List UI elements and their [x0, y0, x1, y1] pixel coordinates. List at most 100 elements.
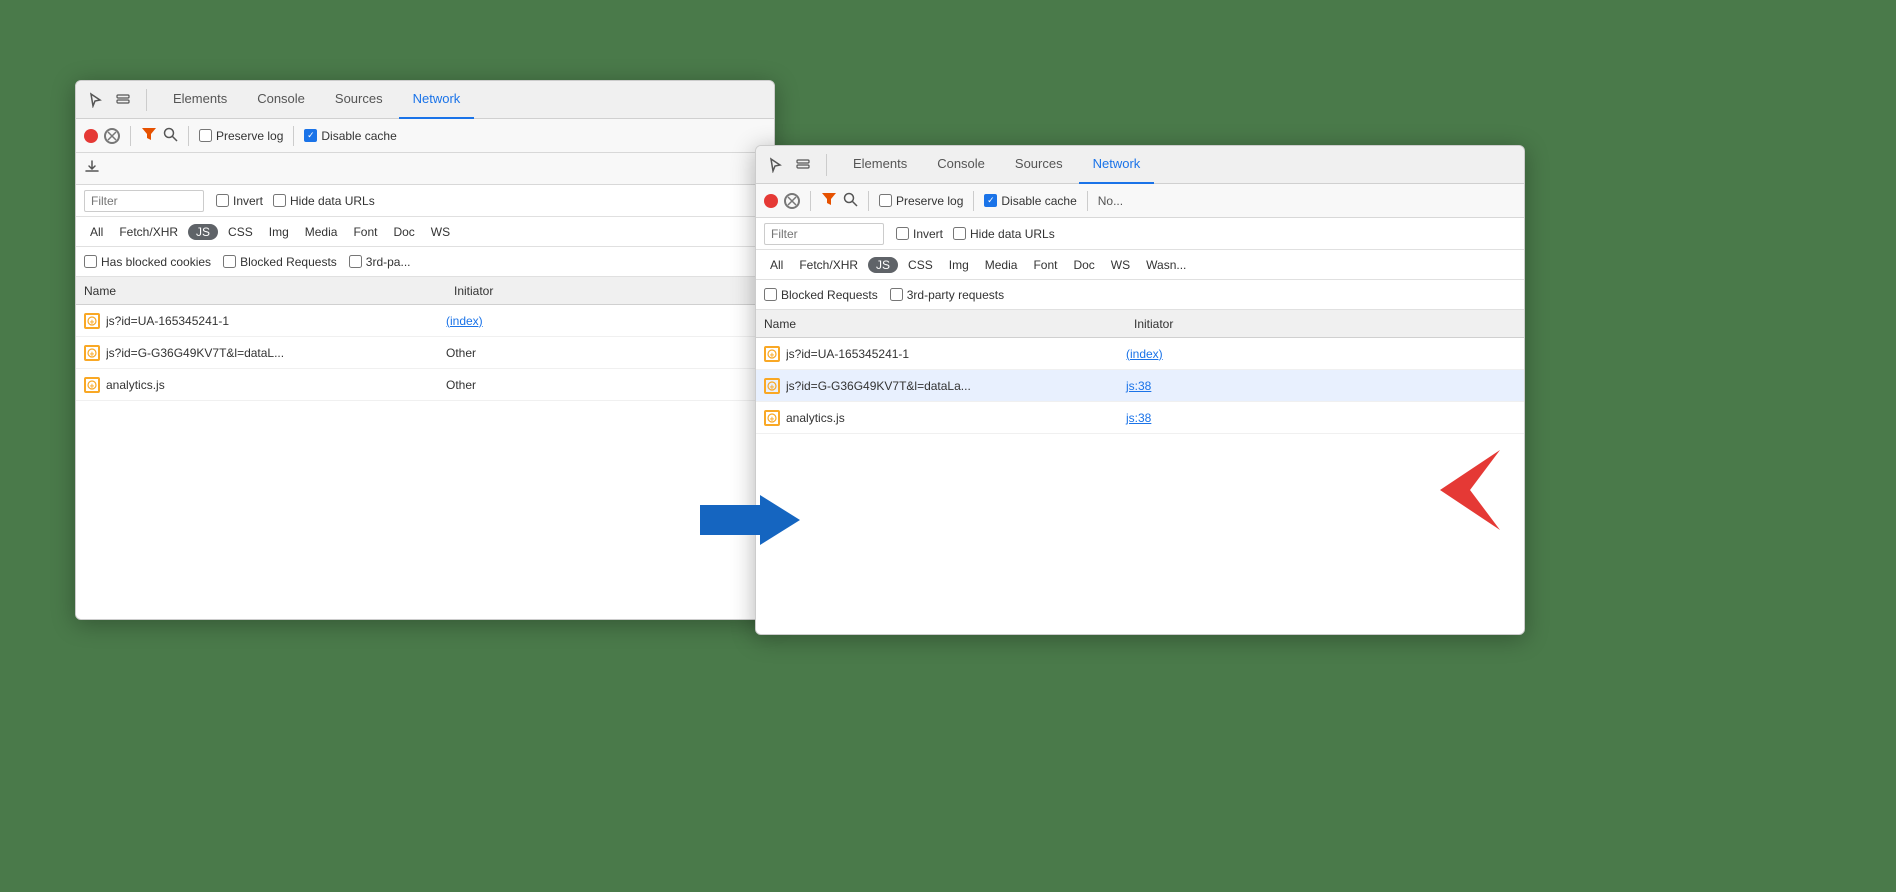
record-button-2[interactable]: [764, 194, 778, 208]
table-row[interactable]: + analytics.js Other: [76, 369, 774, 401]
blocked-requests-cb-1[interactable]: [223, 255, 236, 268]
type-wasn-2[interactable]: Wasn...: [1140, 257, 1192, 273]
blocked-requests-label-1[interactable]: Blocked Requests: [223, 255, 337, 269]
layers-icon-2[interactable]: [792, 154, 814, 176]
tab-network-1[interactable]: Network: [399, 81, 475, 119]
blocked-bar-1: Has blocked cookies Blocked Requests 3rd…: [76, 247, 774, 277]
preserve-log-label-2[interactable]: Preserve log: [879, 194, 963, 208]
type-doc-1[interactable]: Doc: [387, 224, 420, 240]
col-initiator-header-2: Initiator: [1134, 317, 1516, 331]
tab-elements-2[interactable]: Elements: [839, 146, 921, 184]
row-icon-3-2: +: [764, 410, 780, 426]
has-blocked-cookies-label-1[interactable]: Has blocked cookies: [84, 255, 211, 269]
filter-input-1[interactable]: [84, 190, 204, 212]
disable-cache-label-2[interactable]: ✓ Disable cache: [984, 194, 1076, 208]
third-party-label-2[interactable]: 3rd-party requests: [890, 288, 1004, 302]
tab-console-2[interactable]: Console: [923, 146, 999, 184]
blocked-requests-cb-2[interactable]: [764, 288, 777, 301]
table-row[interactable]: + js?id=UA-165345241-1 (index): [76, 305, 774, 337]
filter-input-2[interactable]: [764, 223, 884, 245]
search-icon-2[interactable]: [843, 192, 858, 210]
svg-text:+: +: [90, 317, 95, 326]
type-css-1[interactable]: CSS: [222, 224, 259, 240]
table-row[interactable]: + js?id=G-G36G49KV7T&l=dataL... Other: [76, 337, 774, 369]
download-icon-1[interactable]: [84, 159, 100, 178]
tab-bar-1: Elements Console Sources Network: [76, 81, 774, 119]
preserve-log-checkbox-1[interactable]: [199, 129, 212, 142]
col-name-header-2: Name: [764, 317, 1134, 331]
disable-cache-check-icon-1: ✓: [304, 129, 317, 142]
third-party-cb-2[interactable]: [890, 288, 903, 301]
table-row[interactable]: + js?id=UA-165345241-1 (index): [756, 338, 1524, 370]
table-row[interactable]: + js?id=G-G36G49KV7T&l=dataLa... js:38: [756, 370, 1524, 402]
invert-checkbox-1[interactable]: [216, 194, 229, 207]
clear-button-2[interactable]: [784, 193, 800, 209]
sep1-2: [810, 191, 811, 211]
disable-cache-label-1[interactable]: ✓ Disable cache: [304, 129, 396, 143]
type-all-1[interactable]: All: [84, 224, 109, 240]
type-js-1[interactable]: JS: [188, 224, 218, 240]
hide-data-urls-label-1[interactable]: Hide data URLs: [273, 194, 375, 208]
initiator-link-2-2[interactable]: js:38: [1126, 379, 1151, 393]
cursor-icon-2[interactable]: [764, 154, 786, 176]
type-img-1[interactable]: Img: [263, 224, 295, 240]
type-img-2[interactable]: Img: [943, 257, 975, 273]
preserve-log-checkbox-2[interactable]: [879, 194, 892, 207]
type-bar-2: All Fetch/XHR JS CSS Img Media Font Doc …: [756, 250, 1524, 280]
invert-label-2[interactable]: Invert: [896, 227, 943, 241]
blocked-requests-label-2[interactable]: Blocked Requests: [764, 288, 878, 302]
table-row[interactable]: + analytics.js js:38: [756, 402, 1524, 434]
type-js-2[interactable]: JS: [868, 257, 898, 273]
tab-icons-2: [764, 154, 827, 176]
type-css-2[interactable]: CSS: [902, 257, 939, 273]
invert-checkbox-2[interactable]: [896, 227, 909, 240]
svg-text:+: +: [90, 349, 95, 358]
toolbar1-2: Preserve log ✓ Disable cache No...: [756, 184, 1524, 218]
devtools-content-1: Preserve log ✓ Disable cache Invert: [76, 119, 774, 619]
record-button-1[interactable]: [84, 129, 98, 143]
tab-elements-1[interactable]: Elements: [159, 81, 241, 119]
type-doc-2[interactable]: Doc: [1067, 257, 1100, 273]
type-media-1[interactable]: Media: [299, 224, 344, 240]
type-all-2[interactable]: All: [764, 257, 789, 273]
initiator-link-1-2[interactable]: (index): [1126, 347, 1163, 361]
svg-text:+: +: [770, 382, 775, 391]
filter-icon-2[interactable]: [821, 191, 837, 210]
initiator-link-3-2[interactable]: js:38: [1126, 411, 1151, 425]
hide-data-urls-label-2[interactable]: Hide data URLs: [953, 227, 1055, 241]
no-throttle-label-2[interactable]: No...: [1098, 194, 1123, 208]
col-name-header-1: Name: [84, 284, 454, 298]
sep1: [130, 126, 131, 146]
row-icon-3-1: +: [84, 377, 100, 393]
preserve-log-label-1[interactable]: Preserve log: [199, 129, 283, 143]
invert-label-1[interactable]: Invert: [216, 194, 263, 208]
third-party-cb-1[interactable]: [349, 255, 362, 268]
clear-button-1[interactable]: [104, 128, 120, 144]
row-name-1-1: js?id=UA-165345241-1: [106, 314, 446, 328]
third-party-label-1[interactable]: 3rd-pa...: [349, 255, 411, 269]
type-ws-1[interactable]: WS: [425, 224, 456, 240]
red-arrow-annotation: [1390, 450, 1500, 533]
svg-text:+: +: [770, 414, 775, 423]
has-blocked-cookies-cb-1[interactable]: [84, 255, 97, 268]
row-initiator-1-2: (index): [1126, 347, 1516, 361]
hide-data-urls-checkbox-1[interactable]: [273, 194, 286, 207]
type-font-1[interactable]: Font: [347, 224, 383, 240]
row-name-2-2: js?id=G-G36G49KV7T&l=dataLa...: [786, 379, 1126, 393]
type-font-2[interactable]: Font: [1027, 257, 1063, 273]
tab-network-2[interactable]: Network: [1079, 146, 1155, 184]
tab-sources-1[interactable]: Sources: [321, 81, 397, 119]
tab-sources-2[interactable]: Sources: [1001, 146, 1077, 184]
type-fetch-xhr-2[interactable]: Fetch/XHR: [793, 257, 864, 273]
tab-console-1[interactable]: Console: [243, 81, 319, 119]
initiator-link-1-1[interactable]: (index): [446, 314, 483, 328]
type-ws-2[interactable]: WS: [1105, 257, 1136, 273]
search-icon-1[interactable]: [163, 127, 178, 145]
type-fetch-xhr-1[interactable]: Fetch/XHR: [113, 224, 184, 240]
cursor-icon[interactable]: [84, 89, 106, 111]
hide-data-urls-checkbox-2[interactable]: [953, 227, 966, 240]
toolbar1-1: Preserve log ✓ Disable cache: [76, 119, 774, 153]
filter-icon-1[interactable]: [141, 126, 157, 145]
type-media-2[interactable]: Media: [979, 257, 1024, 273]
layers-icon[interactable]: [112, 89, 134, 111]
